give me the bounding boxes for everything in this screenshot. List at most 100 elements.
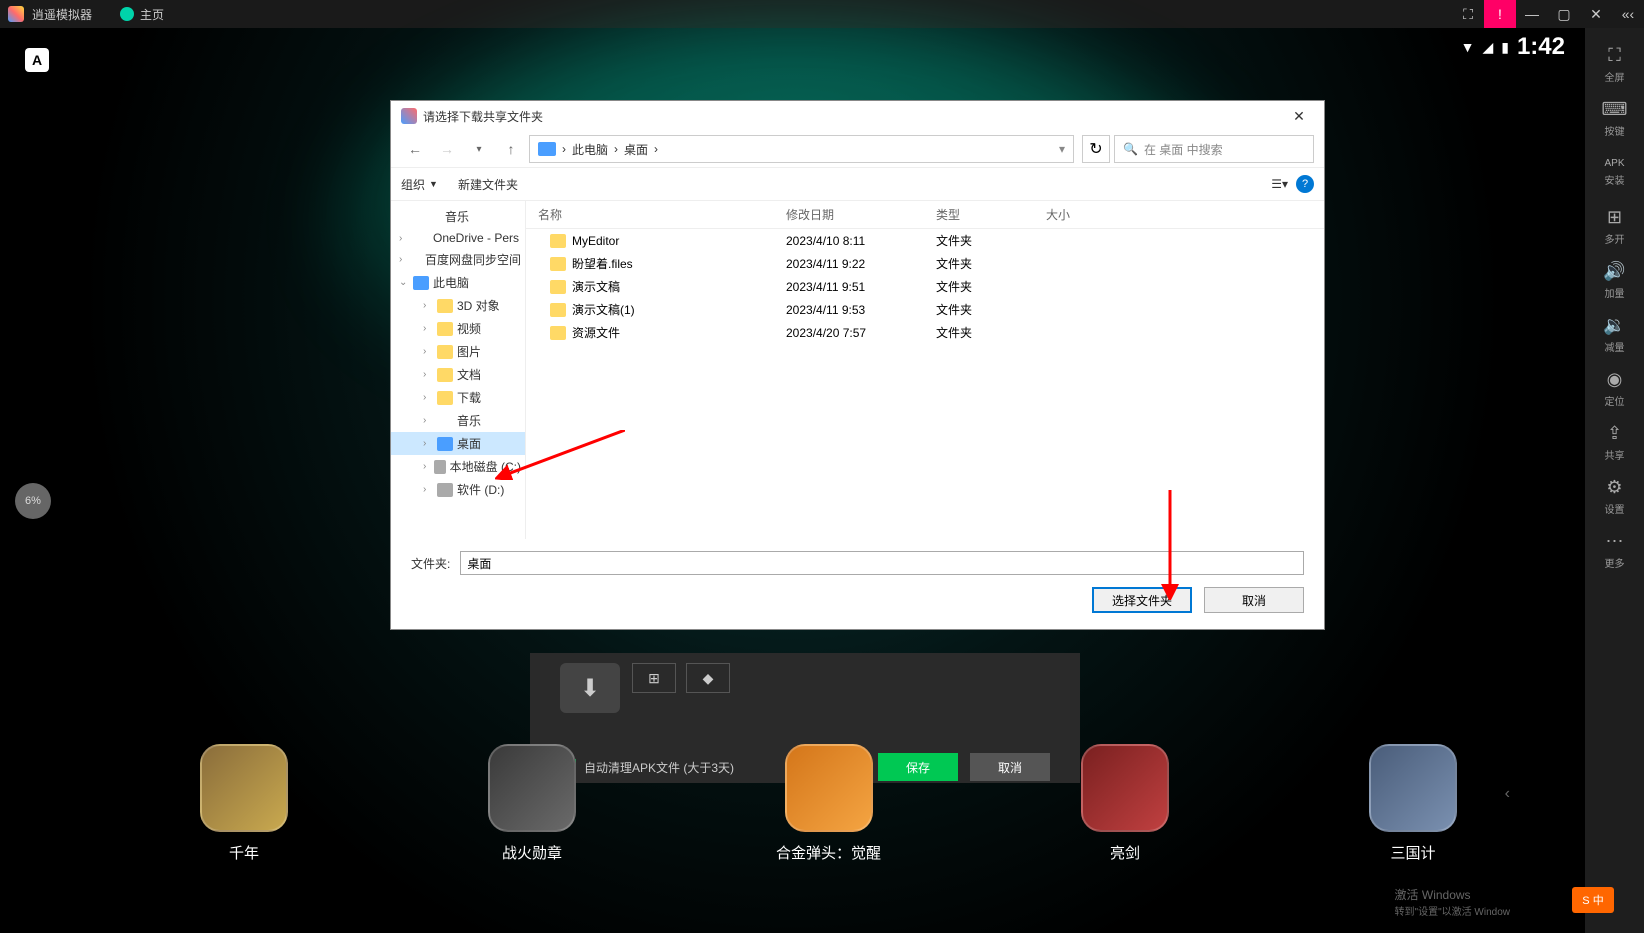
tree-item[interactable]: ›文档 [391, 363, 525, 386]
dialog-titlebar: 请选择下载共享文件夹 ✕ [391, 101, 1324, 131]
file-dialog: 请选择下载共享文件夹 ✕ ← → ▾ ↑ › 此电脑 › 桌面 › ▾ ↻ 🔍 … [390, 100, 1325, 630]
tree-item[interactable]: ›下载 [391, 386, 525, 409]
dialog-cancel-button[interactable]: 取消 [1204, 587, 1304, 613]
nav-up-button[interactable]: ↑ [497, 135, 525, 163]
maximize-button[interactable]: ▢ [1548, 0, 1580, 28]
tab-home[interactable]: 主页 [108, 2, 176, 27]
folder-icon [538, 142, 556, 156]
sidebar-settings[interactable]: ⚙设置 [1590, 470, 1640, 522]
file-row[interactable]: 演示文稿(1)2023/4/11 9:53文件夹 [526, 298, 1324, 321]
folder-tree[interactable]: 音乐›OneDrive - Pers›百度网盘同步空间⌄此电脑›3D 对象›视频… [391, 201, 526, 539]
download-progress[interactable]: 6% [15, 483, 51, 519]
tree-item[interactable]: ⌄此电脑 [391, 271, 525, 294]
sidebar-location[interactable]: ◉定位 [1590, 362, 1640, 414]
folder-name-input[interactable] [460, 551, 1304, 575]
game-item[interactable]: 合金弹头：觉醒 [776, 744, 881, 863]
warning-icon[interactable]: ! [1484, 0, 1516, 28]
nav-recent-button[interactable]: ▾ [465, 135, 493, 163]
clock: 1:42 [1517, 33, 1565, 61]
right-sidebar: ⛶全屏 ⌨按键 APK安装 ⊞多开 🔊加量 🔉减量 ◉定位 ⇪共享 ⚙设置 ⋯更… [1585, 28, 1644, 933]
folder-label: 文件夹: [411, 555, 450, 572]
file-row[interactable]: 资源文件2023/4/20 7:57文件夹 [526, 321, 1324, 344]
tree-item[interactable]: ›音乐 [391, 409, 525, 432]
sidebar-share[interactable]: ⇪共享 [1590, 416, 1640, 468]
android-status-bar: ▼ ◢ ▮ 1:42 [1461, 33, 1565, 61]
nav-forward-button[interactable]: → [433, 135, 461, 163]
keyboard-icon: ⌨ [1602, 99, 1628, 120]
windows-activation-watermark: 激活 Windows 转到"设置"以激活 Window [1395, 886, 1510, 918]
titlebar: 逍遥模拟器 主页 ⛶ ! — ▢ ✕ «‹ [0, 0, 1644, 28]
file-row[interactable]: 演示文稿2023/4/11 9:51文件夹 [526, 275, 1324, 298]
column-date[interactable]: 修改日期 [786, 206, 936, 223]
game-item[interactable]: 三国计 [1369, 744, 1457, 863]
breadcrumb[interactable]: › 此电脑 › 桌面 › ▾ [529, 135, 1074, 163]
nav-back-button[interactable]: ← [401, 135, 429, 163]
tree-item[interactable]: ›本地磁盘 (C:) [391, 455, 525, 478]
view-options-button[interactable]: ☰▾ [1271, 177, 1288, 191]
game-item[interactable]: 亮剑 [1081, 744, 1169, 863]
search-input[interactable]: 🔍 在 桌面 中搜索 [1114, 135, 1314, 163]
games-row: 千年 战火勋章 合金弹头：觉醒 亮剑 三国计 [200, 744, 1457, 863]
file-list-header: 名称 修改日期 类型 大小 [526, 201, 1324, 229]
search-icon: 🔍 [1123, 142, 1138, 156]
tree-item[interactable]: 音乐 [391, 205, 525, 228]
game-icon [785, 744, 873, 832]
sidebar-keymap[interactable]: ⌨按键 [1590, 92, 1640, 144]
close-button[interactable]: ✕ [1580, 0, 1612, 28]
tree-item[interactable]: ›图片 [391, 340, 525, 363]
multi-icon: ⊞ [1607, 207, 1622, 228]
fullscreen-icon: ⛶ [1608, 45, 1621, 66]
sidebar-volume-down[interactable]: 🔉减量 [1590, 308, 1640, 360]
game-icon [488, 744, 576, 832]
windows-icon[interactable]: ⊞ [632, 663, 676, 693]
gear-icon: ⚙ [1606, 477, 1622, 498]
column-size[interactable]: 大小 [1046, 206, 1126, 223]
select-folder-button[interactable]: 选择文件夹 [1092, 587, 1192, 613]
nav-bar: ← → ▾ ↑ › 此电脑 › 桌面 › ▾ ↻ 🔍 在 桌面 中搜索 [391, 131, 1324, 167]
refresh-button[interactable]: ↻ [1082, 135, 1110, 163]
game-icon [1081, 744, 1169, 832]
sidebar-multi[interactable]: ⊞多开 [1590, 200, 1640, 252]
tree-item[interactable]: ›软件 (D:) [391, 478, 525, 501]
game-item[interactable]: 战火勋章 [488, 744, 576, 863]
app-name: 逍遥模拟器 [32, 6, 92, 23]
game-icon [1369, 744, 1457, 832]
dialog-toolbar: 组织▼ 新建文件夹 ☰▾ ? [391, 167, 1324, 201]
column-type[interactable]: 类型 [936, 206, 1046, 223]
file-list: 名称 修改日期 类型 大小 MyEditor2023/4/10 8:11文件夹盼… [526, 201, 1324, 539]
tree-item[interactable]: ›3D 对象 [391, 294, 525, 317]
game-item[interactable]: 千年 [200, 744, 288, 863]
sidebar-fullscreen[interactable]: ⛶全屏 [1590, 38, 1640, 90]
volume-up-icon: 🔊 [1603, 261, 1625, 282]
apk-icon: APK [1604, 158, 1624, 169]
fullscreen-icon[interactable]: ⛶ [1452, 0, 1484, 28]
tree-item[interactable]: ›桌面 [391, 432, 525, 455]
sidebar-more[interactable]: ⋯更多 [1590, 524, 1640, 576]
minimize-button[interactable]: — [1516, 0, 1548, 28]
dialog-app-icon [401, 108, 417, 124]
column-name[interactable]: 名称 [526, 206, 786, 223]
tree-item[interactable]: ›视频 [391, 317, 525, 340]
tree-item[interactable]: ›OneDrive - Pers [391, 228, 525, 248]
organize-menu[interactable]: 组织▼ [401, 176, 438, 193]
file-row[interactable]: 盼望着.files2023/4/11 9:22文件夹 [526, 252, 1324, 275]
ime-indicator[interactable]: S 中 [1572, 887, 1614, 913]
new-folder-button[interactable]: 新建文件夹 [458, 176, 518, 193]
dialog-close-button[interactable]: ✕ [1284, 108, 1314, 125]
location-icon: ◉ [1607, 369, 1623, 390]
android-icon[interactable]: ◆ [686, 663, 730, 693]
more-button[interactable]: «‹ [1612, 0, 1644, 28]
help-icon[interactable]: ? [1296, 175, 1314, 193]
accessibility-icon[interactable]: A [25, 48, 49, 72]
sidebar-volume-up[interactable]: 🔊加量 [1590, 254, 1640, 306]
signal-icon: ◢ [1482, 39, 1493, 56]
battery-icon: ▮ [1501, 39, 1509, 56]
share-icon: ⇪ [1607, 423, 1622, 444]
home-icon [120, 7, 134, 21]
file-row[interactable]: MyEditor2023/4/10 8:11文件夹 [526, 229, 1324, 252]
sidebar-install[interactable]: APK安装 [1590, 146, 1640, 198]
download-icon: ⬇ [560, 663, 620, 713]
tree-item[interactable]: ›百度网盘同步空间 [391, 248, 525, 271]
page-indicator[interactable]: ‹ [1505, 785, 1510, 803]
dialog-footer: 文件夹: [391, 539, 1324, 587]
